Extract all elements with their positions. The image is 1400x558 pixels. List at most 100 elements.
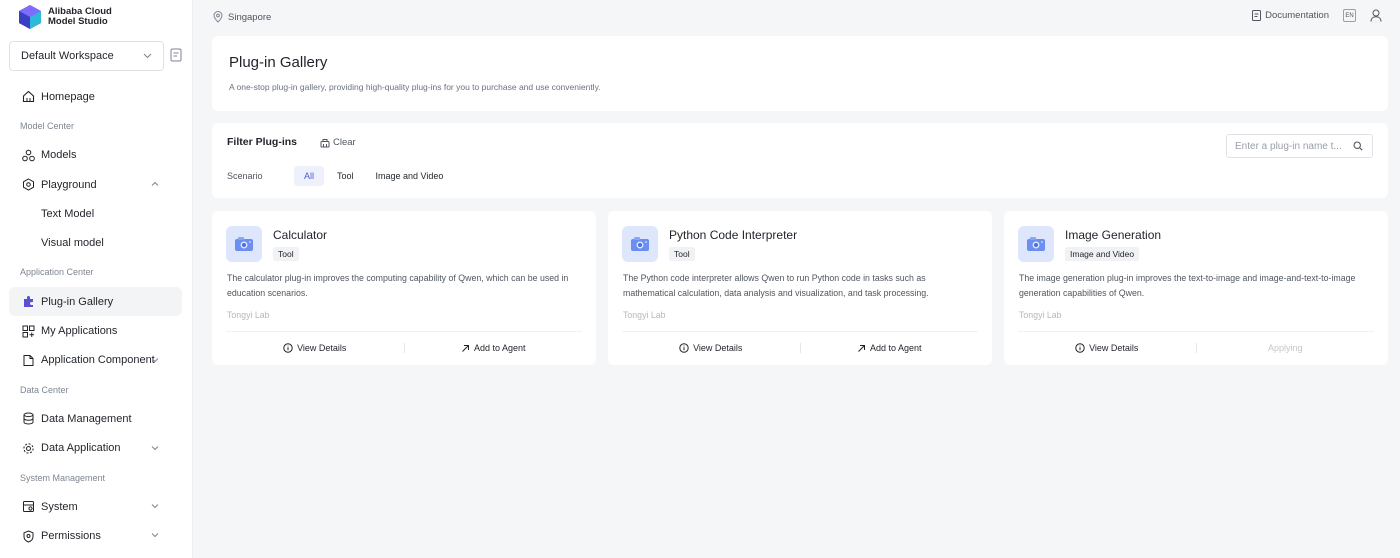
add-to-agent-label: Add to Agent [473,343,526,353]
plugin-card-calculator[interactable]: Calculator Tool The calculator plug-in i… [212,211,596,365]
sidebar-item-application-component[interactable]: Application Component [0,346,183,375]
sidebar-item-label: Text Model [41,207,95,220]
applying-label: Applying [1267,343,1303,353]
view-details-button[interactable]: View Details [226,339,404,357]
clear-filters-button[interactable]: Clear [320,137,356,148]
plugin-logo-icon [226,226,262,262]
sidebar-item-data-management[interactable]: Data Management [0,404,183,433]
section-model-center: Model Center [20,120,75,131]
home-icon [21,90,35,104]
model-studio-logo-icon [19,5,41,29]
sidebar-item-label: Data Management [41,412,132,425]
language-switch[interactable]: EN [1343,9,1356,22]
plugin-description: The calculator plug-in improves the comp… [227,273,569,298]
chevron-down-icon [151,533,159,538]
add-to-agent-button[interactable]: Add to Agent [801,339,979,357]
plugin-author: Tongyi Lab [227,310,270,320]
view-details-button[interactable]: View Details [1018,339,1196,357]
info-icon [679,343,689,353]
workspace-select[interactable]: Default Workspace [9,41,164,71]
sidebar-item-label: Models [41,149,77,162]
region-label: Singapore [228,11,272,23]
page-subtitle: A one-stop plug-in gallery, providing hi… [229,82,601,92]
plugin-name: Python Code Interpreter [669,228,798,242]
scenario-label: Scenario [227,171,263,181]
document-icon [1252,10,1262,21]
shield-icon [21,529,35,543]
sidebar-item-homepage[interactable]: Homepage [0,82,183,111]
arrow-up-right-icon [462,344,469,352]
sidebar-item-my-applications[interactable]: My Applications [0,316,183,345]
gear-icon [21,441,35,455]
clear-label: Clear [333,137,356,148]
plugin-search-input[interactable] [1235,140,1353,152]
filter-title: Filter Plug-ins [227,136,298,148]
plugin-card-python-code-interpreter[interactable]: Python Code Interpreter Tool The Python … [608,211,992,365]
chip-all[interactable]: All [294,166,325,186]
add-to-agent-button[interactable]: Add to Agent [405,339,583,357]
card-divider [622,331,978,332]
chevron-up-icon [151,181,159,186]
plugin-icon [21,295,35,309]
sidebar-item-label: System [41,500,78,513]
chip-image-and-video[interactable]: Image and Video [367,166,453,186]
documentation-label: Documentation [1265,10,1329,21]
view-details-label: View Details [693,343,743,353]
sidebar-item-models[interactable]: Models [0,141,183,170]
brand-line-2: Model Studio [48,16,108,27]
view-details-button[interactable]: View Details [622,339,800,357]
sidebar-item-permissions[interactable]: Permissions [0,521,183,550]
chevron-down-icon [151,504,159,509]
plugin-author: Tongyi Lab [1019,310,1062,320]
workspace-doc-icon[interactable] [170,48,182,62]
plugin-name: Image Generation [1065,228,1162,242]
plugin-logo-icon [1018,226,1054,262]
sidebar-item-label: Playground [41,178,97,191]
system-icon [21,500,35,514]
sidebar-item-text-model[interactable]: Text Model [0,199,183,228]
playground-icon [21,178,35,192]
plugin-description: The Python code interpreter allows Qwen … [623,273,929,298]
plugin-author: Tongyi Lab [623,310,666,320]
chevron-down-icon [143,53,152,59]
section-system-management: System Management [20,472,106,483]
arrow-up-right-icon [858,344,865,352]
sidebar-item-label: Application Component [41,354,155,367]
sidebar-item-plugin-gallery[interactable]: Plug-in Gallery [9,287,182,317]
add-to-agent-label: Add to Agent [869,343,922,353]
chevron-down-icon [151,445,159,450]
apps-grid-icon [21,324,35,338]
sidebar-item-visual-model[interactable]: Visual model [0,228,183,257]
chevron-down-icon [151,357,159,362]
sidebar-item-data-application[interactable]: Data Application [0,434,183,463]
brand-logo[interactable]: Alibaba Cloud Model Studio [19,5,112,29]
search-icon[interactable] [1353,141,1363,151]
broom-icon [320,138,330,147]
scenario-chips: All Tool Image and Video [294,166,452,186]
models-icon [21,148,35,162]
documentation-link[interactable]: Documentation [1252,10,1329,21]
sidebar-item-label: Homepage [41,90,95,103]
sidebar: Alibaba Cloud Model Studio Default Works… [0,0,193,558]
filter-panel: Filter Plug-ins Clear Scenario All Tool … [212,123,1388,198]
sidebar-item-label: Plug-in Gallery [41,295,114,308]
plugin-tag: Tool [669,247,695,261]
page-header: Plug-in Gallery A one-stop plug-in galle… [212,36,1388,111]
card-actions: View Details Add to Agent [226,339,582,357]
view-details-label: View Details [297,343,347,353]
plugin-tag: Tool [273,247,299,261]
sidebar-item-playground[interactable]: Playground [0,170,183,199]
plugin-card-image-generation[interactable]: Image Generation Image and Video The ima… [1004,211,1388,365]
chip-tool[interactable]: Tool [328,166,363,186]
card-actions: View Details Applying [1018,339,1374,357]
plugin-search-box[interactable] [1226,134,1373,158]
sidebar-item-label: Visual model [41,237,104,250]
user-icon[interactable] [1370,9,1382,22]
info-icon [283,343,293,353]
region-selector[interactable]: Singapore [213,11,271,23]
database-icon [21,412,35,426]
info-icon [1075,343,1085,353]
sidebar-nav: Homepage Model Center Models Playground … [0,82,193,551]
sidebar-item-system[interactable]: System [0,492,183,521]
card-actions: View Details Add to Agent [622,339,978,357]
